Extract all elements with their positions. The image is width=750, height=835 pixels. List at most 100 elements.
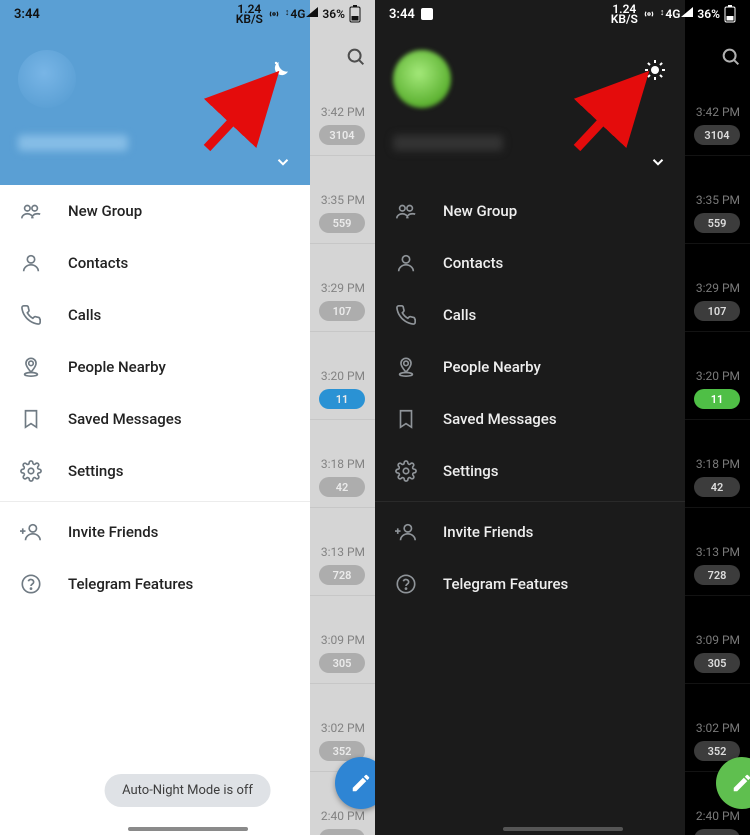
- menu-item-saved-messages[interactable]: Saved Messages: [375, 393, 685, 445]
- signal-icon: ↕4G: [285, 7, 319, 21]
- chat-badge: 42: [694, 477, 740, 497]
- chat-time: 3:02 PM: [321, 721, 365, 735]
- hotspot-icon: [267, 7, 281, 21]
- chat-badge: 11: [319, 389, 365, 409]
- chat-badge: 305: [694, 653, 740, 673]
- menu-label: Calls: [68, 306, 101, 324]
- chat-badge: 42: [319, 477, 365, 497]
- chat-time: 3:18 PM: [321, 457, 365, 471]
- menu-label: Invite Friends: [443, 523, 533, 541]
- menu-item-saved-messages[interactable]: Saved Messages: [0, 393, 310, 445]
- menu-item-invite-friends[interactable]: Invite Friends: [0, 506, 310, 558]
- telegram-features-icon: [395, 573, 417, 595]
- chat-badge: 728: [319, 565, 365, 585]
- chat-time: 3:35 PM: [696, 193, 740, 207]
- menu-item-contacts[interactable]: Contacts: [375, 237, 685, 289]
- menu-list: New Group Contacts Calls People Nearby Saved…: [375, 185, 685, 835]
- chat-time: 3:29 PM: [321, 281, 365, 295]
- menu-item-invite-friends[interactable]: Invite Friends: [375, 506, 685, 558]
- menu-item-calls[interactable]: Calls: [0, 289, 310, 341]
- user-name-blurred: [18, 135, 128, 151]
- menu-item-contacts[interactable]: Contacts: [0, 237, 310, 289]
- user-name-blurred: [393, 135, 503, 151]
- chat-time: 3:13 PM: [321, 545, 365, 559]
- chat-time: 3:20 PM: [696, 369, 740, 383]
- menu-label: Saved Messages: [443, 410, 557, 428]
- chat-badge: 354: [694, 829, 740, 835]
- battery-icon: [349, 5, 361, 23]
- saved-messages-icon: [20, 408, 42, 430]
- chat-badge: 3104: [694, 125, 740, 145]
- menu-label: People Nearby: [68, 358, 166, 376]
- menu-item-settings[interactable]: Settings: [375, 445, 685, 497]
- menu-label: Contacts: [443, 254, 503, 272]
- pencil-icon: [350, 772, 372, 794]
- pencil-icon: [731, 772, 750, 794]
- data-speed: 1.24KB/S: [611, 4, 638, 24]
- screenshot-icon: [421, 8, 433, 20]
- divider: [375, 501, 685, 502]
- chat-badge: 107: [319, 301, 365, 321]
- menu-label: Settings: [443, 462, 499, 480]
- chat-badge: 728: [694, 565, 740, 585]
- menu-item-calls[interactable]: Calls: [375, 289, 685, 341]
- menu-label: Calls: [443, 306, 476, 324]
- nav-handle[interactable]: [128, 827, 248, 831]
- settings-icon: [20, 460, 42, 482]
- chat-time: 3:09 PM: [696, 633, 740, 647]
- menu-item-telegram-features[interactable]: Telegram Features: [375, 558, 685, 610]
- menu-label: Settings: [68, 462, 124, 480]
- people-nearby-icon: [395, 356, 417, 378]
- menu-label: People Nearby: [443, 358, 541, 376]
- new-group-icon: [395, 200, 417, 222]
- new-group-icon: [20, 200, 42, 222]
- contacts-icon: [20, 252, 42, 274]
- chat-time: 2:40 PM: [696, 809, 740, 823]
- saved-messages-icon: [395, 408, 417, 430]
- nav-handle[interactable]: [503, 827, 623, 831]
- chat-time: 3:42 PM: [696, 105, 740, 119]
- auto-night-toast: Auto-Night Mode is off: [104, 774, 271, 807]
- calls-icon: [395, 304, 417, 326]
- menu-label: Telegram Features: [443, 575, 568, 593]
- chat-time: 3:13 PM: [696, 545, 740, 559]
- menu-label: New Group: [68, 202, 142, 220]
- menu-label: Saved Messages: [68, 410, 182, 428]
- invite-friends-icon: [395, 521, 417, 543]
- chat-badge: 305: [319, 653, 365, 673]
- status-time: 3:44: [389, 7, 415, 22]
- chat-badge: 11: [694, 389, 740, 409]
- people-nearby-icon: [20, 356, 42, 378]
- menu-item-new-group[interactable]: New Group: [0, 185, 310, 237]
- hotspot-icon: [642, 7, 656, 21]
- settings-icon: [395, 460, 417, 482]
- status-bar: 3:44 1.24KB/S ↕4G 36%: [0, 0, 375, 28]
- menu-label: New Group: [443, 202, 517, 220]
- divider: [0, 501, 310, 502]
- avatar[interactable]: [393, 50, 451, 108]
- menu-item-people-nearby[interactable]: People Nearby: [0, 341, 310, 393]
- status-time: 3:44: [14, 7, 40, 22]
- menu-item-settings[interactable]: Settings: [0, 445, 310, 497]
- menu-item-new-group[interactable]: New Group: [375, 185, 685, 237]
- chat-time: 3:18 PM: [696, 457, 740, 471]
- chat-badge: 107: [694, 301, 740, 321]
- light-mode-pane: 3:44 1.24KB/S ↕4G 36% 3:42 PM31043:35 PM…: [0, 0, 375, 835]
- chat-badge: 559: [694, 213, 740, 233]
- status-bar: 3:44 1.24KB/S ↕4G 36%: [375, 0, 750, 28]
- contacts-icon: [395, 252, 417, 274]
- telegram-features-icon: [20, 573, 42, 595]
- chat-time: 3:20 PM: [321, 369, 365, 383]
- chat-time: 3:42 PM: [321, 105, 365, 119]
- chat-badge: 559: [319, 213, 365, 233]
- chat-time: 3:09 PM: [321, 633, 365, 647]
- menu-item-people-nearby[interactable]: People Nearby: [375, 341, 685, 393]
- invite-friends-icon: [20, 521, 42, 543]
- chat-badge: 354: [319, 829, 365, 835]
- menu-item-telegram-features[interactable]: Telegram Features: [0, 558, 310, 610]
- avatar[interactable]: [18, 50, 76, 108]
- search-icon[interactable]: [720, 46, 742, 68]
- search-icon[interactable]: [345, 46, 367, 68]
- annotation-arrow: [565, 70, 655, 160]
- battery-pct: 36%: [322, 7, 345, 21]
